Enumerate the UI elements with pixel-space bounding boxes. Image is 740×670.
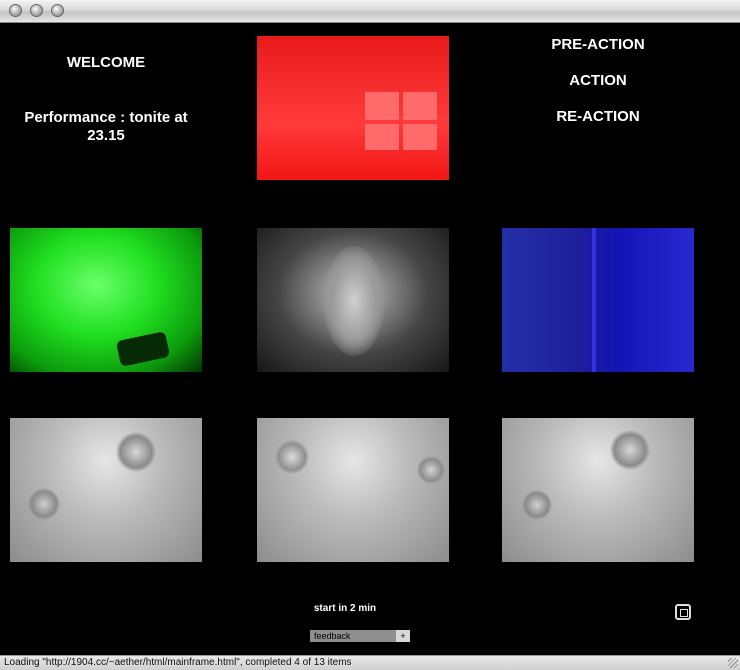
gray-closeup-feed-2 — [257, 418, 449, 562]
minimize-window-button[interactable] — [30, 4, 43, 17]
fullscreen-icon[interactable] — [675, 604, 691, 620]
action-link[interactable]: ACTION — [502, 72, 694, 90]
close-window-button[interactable] — [9, 4, 22, 17]
status-bar: Loading "http://1904.cc/~aether/html/mai… — [0, 655, 740, 670]
welcome-heading: WELCOME — [66, 54, 146, 71]
window-titlebar — [0, 0, 740, 23]
page-content: WELCOME Performance : tonite at 23.15 PR… — [0, 23, 740, 655]
feedback-plus-button[interactable]: + — [396, 630, 410, 642]
gray-closeup-feed-3 — [502, 418, 694, 562]
pre-action-link[interactable]: PRE-ACTION — [502, 36, 694, 54]
performance-notice: Performance : tonite at 23.15 — [24, 109, 188, 144]
gray-closeup-feed-1 — [10, 418, 202, 562]
start-countdown-text: start in 2 min — [313, 603, 377, 614]
red-room-window-feed — [257, 36, 449, 180]
status-text: Loading "http://1904.cc/~aether/html/mai… — [4, 657, 352, 668]
face-portrait-feed — [257, 228, 449, 372]
resize-grip-icon[interactable] — [728, 658, 738, 668]
blue-room-door-feed — [502, 228, 694, 372]
green-room-bed-feed — [10, 228, 202, 372]
re-action-link[interactable]: RE-ACTION — [502, 108, 694, 126]
feedback-input[interactable]: feedback — [310, 630, 396, 642]
zoom-window-button[interactable] — [51, 4, 64, 17]
